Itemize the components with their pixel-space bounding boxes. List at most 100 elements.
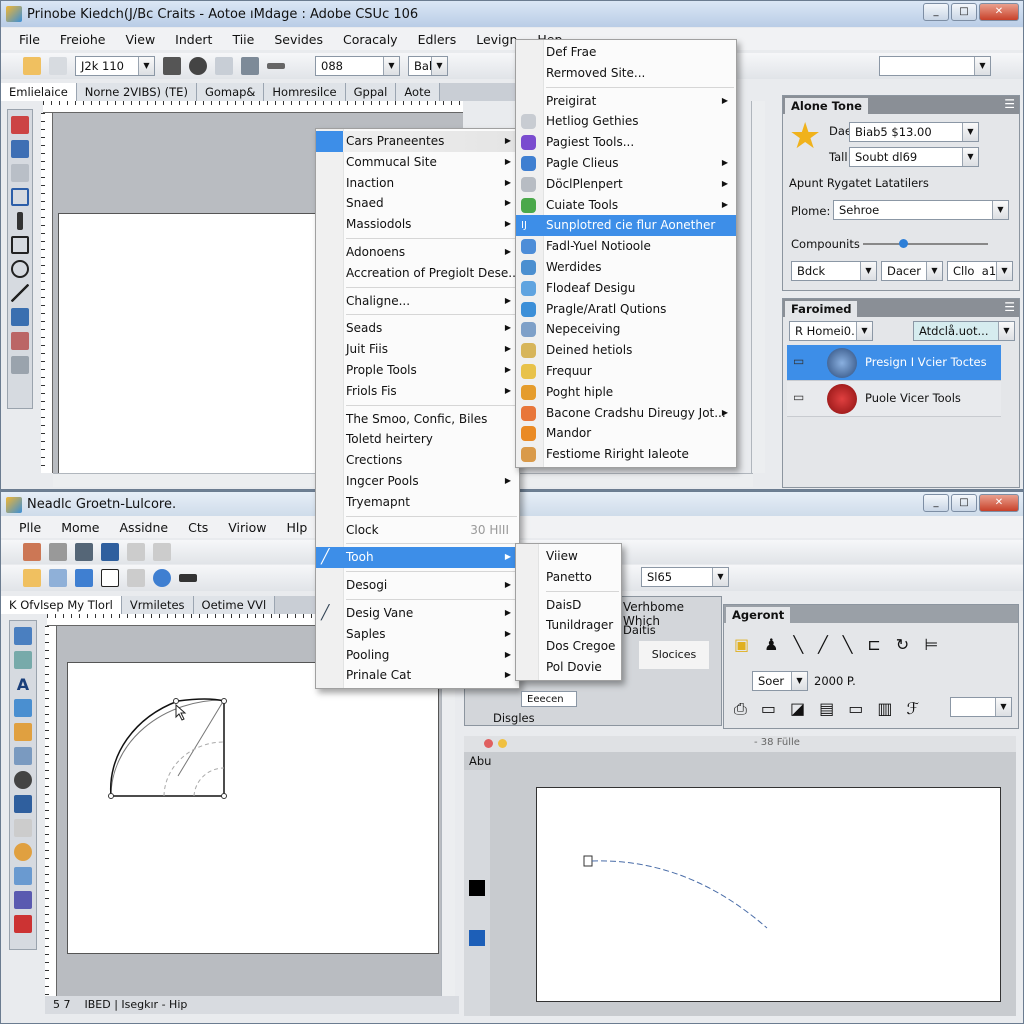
menu-item[interactable]: Seads ▶	[316, 318, 519, 339]
pin-tool-icon[interactable]	[17, 212, 23, 230]
face-icon[interactable]	[189, 57, 207, 75]
blue-tool-icon[interactable]	[469, 930, 485, 946]
menu-item[interactable]: Assidne	[110, 520, 179, 535]
line-tool-icon[interactable]	[11, 284, 29, 302]
zoom-tool-icon[interactable]	[14, 795, 32, 813]
wand-icon[interactable]: ╲	[843, 635, 853, 654]
menu-item[interactable]: Hetliog Gethies	[516, 111, 736, 132]
document-tab[interactable]: K Ofvlsep My Tlorl	[1, 596, 122, 614]
menu-item[interactable]: Dos Cregoe	[516, 636, 621, 657]
globe-icon[interactable]	[153, 569, 171, 587]
menu-item[interactable]: Freiohe	[50, 32, 116, 47]
menu-item[interactable]: Preigirat ▶	[516, 91, 736, 112]
menu-item[interactable]: Sevides	[264, 32, 333, 47]
menu-item[interactable]: DaisD	[516, 595, 621, 616]
menu-item[interactable]: Deined hetiols	[516, 340, 736, 361]
align-icon[interactable]: ⊏	[867, 635, 880, 654]
zoom-tool-icon[interactable]	[11, 260, 29, 278]
minimize-button[interactable]: _	[923, 494, 949, 512]
curve-drawing[interactable]	[537, 788, 1002, 1003]
layers-action[interactable]: Atdclå.uot... ▼	[913, 321, 1015, 341]
menu-item[interactable]: Cuiate Tools ▶	[516, 195, 736, 216]
menu-item[interactable]: Flodeaf Desigu	[516, 278, 736, 299]
menu-item[interactable]: Prinale Cat ▶	[316, 665, 519, 686]
menu-item[interactable]: Mome	[51, 520, 109, 535]
print-icon[interactable]: ⎙	[734, 699, 747, 719]
menu-item[interactable]: Bacone Cradshu Direugy Jot... ▶	[516, 403, 736, 424]
menu-item[interactable]: Def Frae	[516, 42, 736, 63]
document-tab[interactable]: Gomap&	[196, 83, 265, 101]
drop-tool-icon[interactable]	[14, 867, 32, 885]
document-tab[interactable]: Vrmiletes	[121, 596, 194, 614]
document-tab[interactable]: Aote	[396, 83, 440, 101]
square-icon[interactable]	[101, 569, 119, 587]
menu-item[interactable]: Pol Dovie	[516, 657, 621, 678]
frame-icon[interactable]: ▣	[734, 635, 749, 654]
rotate-icon[interactable]: ↻	[896, 635, 909, 654]
menu-item[interactable]: Panetto	[516, 567, 621, 588]
menu-item[interactable]: Pooling ▶	[316, 645, 519, 666]
pencil-tool-icon[interactable]	[11, 308, 29, 326]
swatch-icon[interactable]	[11, 356, 29, 374]
menu-item[interactable]: Crections	[316, 450, 519, 471]
frame-tool-icon[interactable]	[14, 747, 32, 765]
arrow-tool-icon[interactable]	[267, 63, 285, 69]
copy-icon[interactable]	[49, 57, 67, 75]
brush-icon[interactable]: ╱	[818, 635, 828, 654]
menu-item[interactable]: Indert	[165, 32, 222, 47]
image-tool-icon[interactable]	[14, 699, 32, 717]
type-tool-icon[interactable]: A	[14, 675, 32, 694]
close-button[interactable]: ✕	[979, 3, 1019, 21]
menu-item[interactable]: Massiodols ▶	[316, 214, 519, 235]
page-icon[interactable]	[215, 57, 233, 75]
layout-icon[interactable]: ▥	[877, 699, 892, 719]
triangle-icon[interactable]	[49, 569, 67, 587]
menu-item[interactable]: ╱ Desig Vane ▶	[316, 603, 519, 624]
paint-tool-icon[interactable]	[14, 723, 32, 741]
combo-c[interactable]: Cllo a1 ▼	[947, 261, 1013, 281]
menu-item[interactable]: IJ Sunplotred cie flur Aonether	[516, 215, 736, 237]
select-tool-icon[interactable]	[14, 627, 32, 645]
stamp-icon[interactable]: ♟	[764, 635, 778, 654]
menu-item[interactable]: Saples ▶	[316, 624, 519, 645]
menu-item[interactable]: ╱ Tooh ▶	[316, 547, 519, 569]
menu-item[interactable]: Rermoved Site...	[516, 63, 736, 84]
combo-a[interactable]: Bdck ▼	[791, 261, 877, 281]
layers-tab[interactable]: Faroimed	[785, 301, 858, 317]
flag-icon[interactable]: ⊨	[924, 635, 938, 654]
menu-item[interactable]: The Smoo, Confic, Biles	[316, 409, 519, 430]
font-combo[interactable]: 088 ▼	[315, 56, 400, 76]
components-slider[interactable]	[863, 239, 988, 248]
yellow-dot-icon[interactable]	[498, 739, 507, 748]
close-button[interactable]: ✕	[979, 494, 1019, 512]
red-dot-icon[interactable]	[484, 739, 493, 748]
right-combo[interactable]: ▼	[879, 56, 991, 76]
layers-tool-icon[interactable]	[11, 140, 29, 158]
menu-item[interactable]: Viiew	[516, 546, 621, 567]
list-icon[interactable]	[179, 574, 197, 582]
move-icon[interactable]	[127, 543, 145, 561]
menu-item[interactable]: Edlers	[408, 32, 467, 47]
menu-item[interactable]: Juit Fiis ▶	[316, 339, 519, 360]
black-swatch-icon[interactable]	[469, 880, 485, 896]
maximize-button[interactable]: □	[951, 494, 977, 512]
monitor-icon[interactable]: ▭	[761, 699, 776, 719]
image-icon[interactable]	[75, 543, 93, 561]
slider-handle[interactable]	[899, 239, 908, 248]
combo-b[interactable]: Dacer ▼	[881, 261, 943, 281]
panel-menu-icon[interactable]: ☰	[1004, 97, 1015, 111]
align-icon[interactable]	[127, 569, 145, 587]
menu-item[interactable]: Cars Praneentes ▶	[316, 131, 519, 152]
rotate-tool-icon[interactable]	[14, 819, 32, 837]
menu-item[interactable]: Poght hiple	[516, 382, 736, 403]
menu-item[interactable]: Pragle/Aratl Qutions	[516, 299, 736, 320]
menu-item[interactable]: Tunildrager	[516, 615, 621, 636]
pen-tool-icon[interactable]	[11, 164, 29, 182]
menu-item[interactable]: Frequur	[516, 361, 736, 382]
hand-tool-icon[interactable]	[11, 332, 29, 350]
menu-item[interactable]: Commucal Site ▶	[316, 152, 519, 173]
edit-icon[interactable]: ◪	[790, 699, 805, 719]
menu-item[interactable]: Werdides	[516, 257, 736, 278]
frame-icon[interactable]	[153, 543, 171, 561]
mail-icon[interactable]	[23, 543, 41, 561]
